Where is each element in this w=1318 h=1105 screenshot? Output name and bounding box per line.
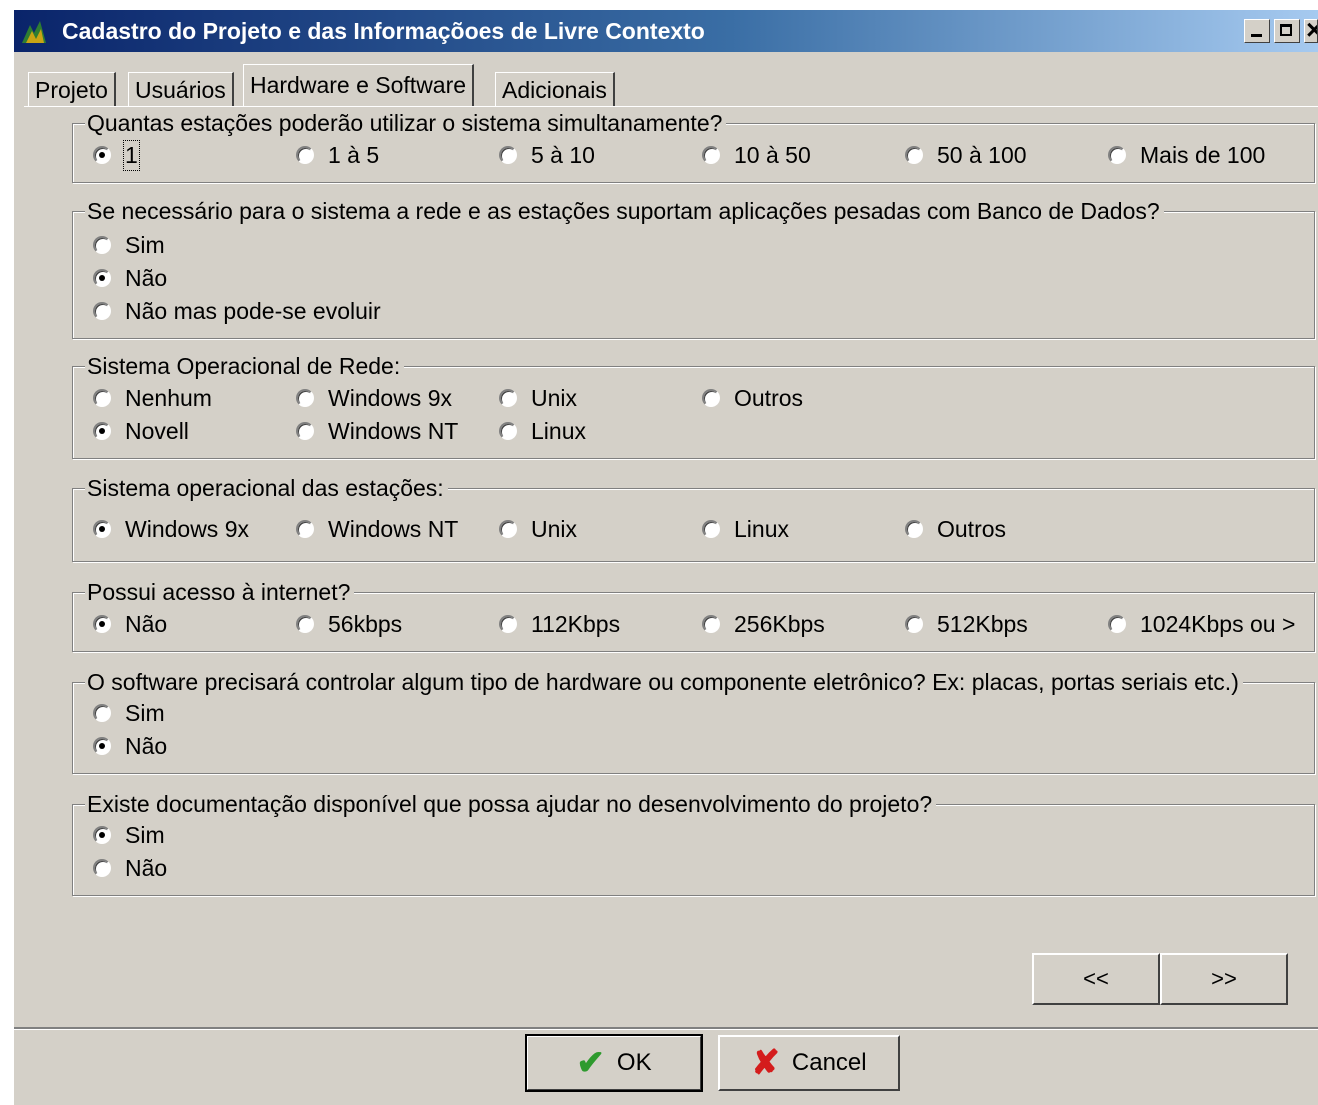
radio-dot: [93, 302, 111, 320]
radio-estacoes-mais-100[interactable]: Mais de 100: [1108, 140, 1265, 170]
ok-button[interactable]: ✔ OK: [525, 1034, 703, 1092]
x-icon: ✘: [751, 1044, 780, 1082]
radio-dot: [702, 389, 720, 407]
group-hardware: O software precisará controlar algum tip…: [72, 668, 1315, 774]
radio-dot: [93, 520, 111, 538]
tab-hardware-software[interactable]: Hardware e Software: [243, 64, 475, 106]
radio-so-estacoes-outros[interactable]: Outros: [905, 514, 1006, 544]
title-bar[interactable]: Cadastro do Projeto e das Informaçõoes d…: [14, 10, 1318, 52]
radio-dot: [499, 520, 517, 538]
radio-dot: [499, 422, 517, 440]
radio-dot: [702, 146, 720, 164]
dialog-window: Cadastro do Projeto e das Informaçõoes d…: [14, 10, 1318, 1105]
group-legend: Possui acesso à internet?: [85, 578, 355, 606]
radio-estacoes-1[interactable]: 1: [93, 139, 140, 171]
cancel-button[interactable]: ✘ Cancel: [718, 1035, 900, 1091]
app-icon: [22, 21, 46, 43]
radio-dot: [296, 615, 314, 633]
radio-so-rede-outros[interactable]: Outros: [702, 383, 803, 413]
radio-so-rede-nenhum[interactable]: Nenhum: [93, 383, 212, 413]
group-internet: Possui acesso à internet? Não 56kbps 112…: [72, 578, 1315, 652]
radio-dot: [499, 146, 517, 164]
radio-so-estacoes-linux[interactable]: Linux: [702, 514, 789, 544]
radio-dot: [93, 826, 111, 844]
group-legend: Sistema operacional das estações:: [85, 474, 448, 502]
radio-dot: [499, 615, 517, 633]
group-legend: Quantas estações poderão utilizar o sist…: [85, 109, 727, 137]
radio-dot: [296, 422, 314, 440]
group-documentacao: Existe documentação disponível que possa…: [72, 790, 1315, 896]
group-legend: Se necessário para o sistema a rede e as…: [85, 197, 1164, 225]
radio-hardware-nao[interactable]: Não: [93, 731, 167, 761]
radio-documentacao-sim[interactable]: Sim: [93, 820, 165, 850]
tab-usuarios[interactable]: Usuários: [128, 72, 234, 106]
radio-internet-256kbps[interactable]: 256Kbps: [702, 609, 825, 639]
divider: [14, 1027, 1318, 1030]
radio-so-estacoes-windows-9x[interactable]: Windows 9x: [93, 514, 249, 544]
cancel-label: Cancel: [791, 1049, 867, 1076]
radio-internet-112kbps[interactable]: 112Kbps: [499, 609, 620, 639]
window-controls: [1244, 19, 1318, 45]
radio-dot: [93, 236, 111, 254]
radio-so-rede-windows-nt[interactable]: Windows NT: [296, 416, 458, 446]
radio-dot: [93, 859, 111, 877]
radio-internet-512kbps[interactable]: 512Kbps: [905, 609, 1028, 639]
radio-internet-56kbps[interactable]: 56kbps: [296, 609, 402, 639]
radio-dot: [93, 422, 111, 440]
group-rede-bd: Se necessário para o sistema a rede e as…: [72, 197, 1315, 339]
radio-dot: [296, 520, 314, 538]
radio-dot: [93, 615, 111, 633]
radio-rede-bd-nao[interactable]: Não: [93, 263, 167, 293]
group-estacoes: Quantas estações poderão utilizar o sist…: [72, 109, 1315, 183]
radio-dot: [1108, 146, 1126, 164]
radio-so-rede-novell[interactable]: Novell: [93, 416, 189, 446]
group-so-rede: Sistema Operacional de Rede: Nenhum Wind…: [72, 352, 1315, 459]
radio-dot: [93, 146, 111, 164]
tab-projeto[interactable]: Projeto: [28, 72, 116, 106]
radio-so-rede-unix[interactable]: Unix: [499, 383, 577, 413]
radio-rede-bd-sim[interactable]: Sim: [93, 230, 165, 260]
radio-dot: [905, 520, 923, 538]
radio-so-rede-windows-9x[interactable]: Windows 9x: [296, 383, 452, 413]
radio-dot: [702, 520, 720, 538]
radio-dot: [499, 389, 517, 407]
previous-button[interactable]: <<: [1032, 953, 1160, 1005]
radio-so-rede-linux[interactable]: Linux: [499, 416, 586, 446]
next-button[interactable]: >>: [1160, 953, 1288, 1005]
group-legend: Sistema Operacional de Rede:: [85, 352, 405, 380]
radio-estacoes-1-5[interactable]: 1 à 5: [296, 140, 379, 170]
radio-estacoes-10-50[interactable]: 10 à 50: [702, 140, 811, 170]
ok-label: OK: [616, 1049, 652, 1076]
radio-dot: [1108, 615, 1126, 633]
close-button[interactable]: [1304, 19, 1318, 43]
radio-dot: [93, 737, 111, 755]
window-title: Cadastro do Projeto e das Informaçõoes d…: [62, 18, 705, 44]
maximize-button[interactable]: [1274, 19, 1300, 43]
group-legend: O software precisará controlar algum tip…: [85, 668, 1243, 696]
tab-panel: Quantas estações poderão utilizar o sist…: [24, 106, 1318, 1024]
radio-dot: [93, 269, 111, 287]
radio-estacoes-5-10[interactable]: 5 à 10: [499, 140, 595, 170]
radio-dot: [93, 704, 111, 722]
radio-so-estacoes-windows-nt[interactable]: Windows NT: [296, 514, 458, 544]
tab-adicionais[interactable]: Adicionais: [495, 72, 615, 106]
radio-documentacao-nao[interactable]: Não: [93, 853, 167, 883]
radio-dot: [296, 389, 314, 407]
radio-dot: [296, 146, 314, 164]
radio-hardware-sim[interactable]: Sim: [93, 698, 165, 728]
radio-internet-nao[interactable]: Não: [93, 609, 167, 639]
radio-dot: [702, 615, 720, 633]
radio-internet-1024kbps[interactable]: 1024Kbps ou >: [1108, 609, 1295, 639]
check-icon: ✔: [576, 1044, 605, 1082]
radio-dot: [905, 146, 923, 164]
radio-estacoes-50-100[interactable]: 50 à 100: [905, 140, 1027, 170]
radio-rede-bd-evoluir[interactable]: Não mas pode-se evoluir: [93, 296, 381, 326]
radio-so-estacoes-unix[interactable]: Unix: [499, 514, 577, 544]
group-so-estacoes: Sistema operacional das estações: Window…: [72, 474, 1315, 562]
minimize-button[interactable]: [1244, 19, 1270, 43]
radio-dot: [93, 389, 111, 407]
group-legend: Existe documentação disponível que possa…: [85, 790, 937, 818]
radio-dot: [905, 615, 923, 633]
